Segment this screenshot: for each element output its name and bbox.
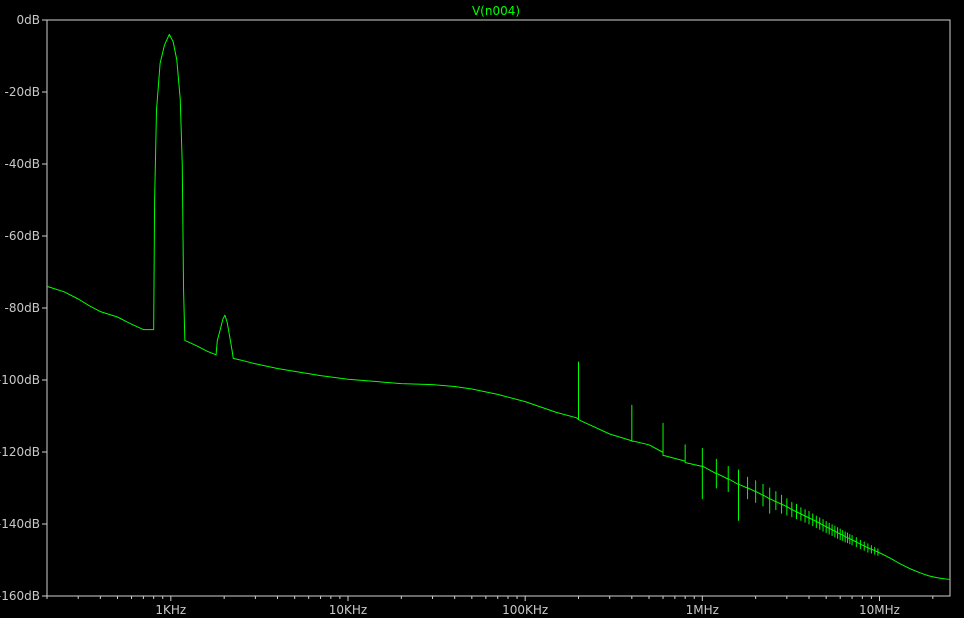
x-tick-label: 100KHz [502,603,548,617]
x-tick-label: 1MHz [686,603,719,617]
x-tick-label: 1KHz [155,603,186,617]
y-tick-label: -100dB [0,373,40,387]
y-tick-label: -120dB [0,445,40,459]
x-tick-label: 10MHz [859,603,900,617]
fft-plot[interactable]: V(n004) 0dB -20dB -40dB -60dB -80dB -100dB -12… [0,0,964,618]
y-tick-label: -60dB [5,229,40,243]
y-tick-label: -80dB [5,301,40,315]
y-tick-label: 0dB [17,13,40,27]
x-tick-label: 10KHz [329,603,367,617]
trace-label[interactable]: V(n004) [472,4,520,18]
y-tick-label: -40dB [5,157,40,171]
y-tick-label: -160dB [0,589,40,603]
y-tick-label: -20dB [5,85,40,99]
y-tick-label: -140dB [0,517,40,531]
